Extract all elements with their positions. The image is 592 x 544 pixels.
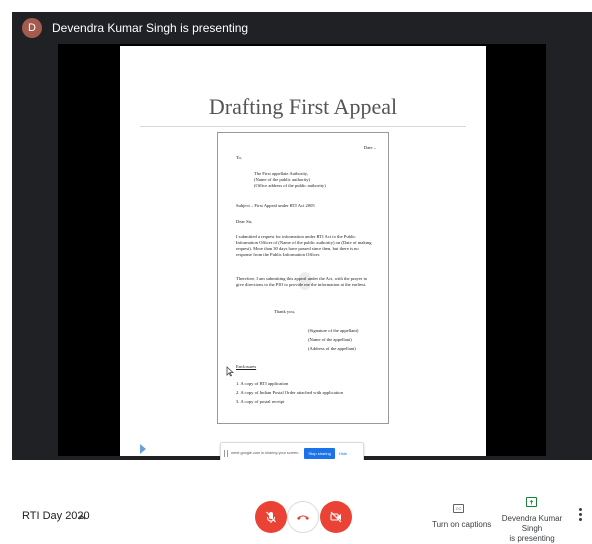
presenter-avatar: D [22, 18, 42, 38]
arrow-up-icon [529, 499, 534, 504]
presenter-banner: D Devendra Kumar Singh is presenting [12, 12, 592, 44]
microphone-toggle-button[interactable] [255, 501, 287, 533]
screen-share-notice: meet.google.com is sharing your screen. … [220, 442, 364, 460]
watermark-shape [299, 272, 311, 290]
more-options-icon[interactable] [579, 508, 582, 523]
slide-title: Drafting First Appeal [208, 94, 398, 119]
doc-enclosure-item: 2. A copy of Indian Postal Order attache… [236, 390, 343, 395]
hang-up-icon [297, 515, 309, 520]
doc-to: To, [236, 155, 242, 160]
camera-toggle-button[interactable] [320, 501, 352, 533]
doc-enclosure-item: 3. A copy of postal receipt [236, 399, 285, 404]
slide-next-arrow-icon[interactable] [140, 444, 146, 454]
mouse-cursor-icon [226, 366, 234, 377]
captions-button-label[interactable]: Turn on captions [432, 520, 491, 529]
drag-handle-icon[interactable] [224, 449, 228, 457]
meeting-controls-bar: RTI Day 2020 CC Turn on captions Devendr… [0, 486, 592, 544]
hide-notice-link[interactable]: Hide [339, 451, 347, 456]
mic-off-icon [266, 511, 276, 523]
chevron-up-icon[interactable] [78, 514, 86, 520]
captions-icon[interactable]: CC [453, 504, 464, 513]
doc-signature-line: (Address of the appellant) [308, 346, 356, 351]
stop-sharing-button[interactable]: Stop sharing [304, 447, 335, 459]
camera-off-icon [330, 511, 342, 523]
presenting-status-label[interactable]: Devendra Kumar Singh is presenting [496, 514, 568, 544]
doc-enclosures-heading: Enclosures [236, 364, 257, 369]
doc-paragraph: I submitted a request for information un… [236, 234, 372, 257]
presenting-status-line: is presenting [509, 534, 555, 543]
doc-signature: (Signature of the appellant) (Name of th… [308, 328, 358, 352]
doc-address-line: (Office address of the public authority) [254, 183, 326, 188]
shared-slide: Drafting First Appeal Date – To, The Fir… [120, 46, 486, 460]
doc-subject: Subject – First Appeal under RTI Act 200… [236, 203, 315, 208]
present-screen-icon[interactable] [526, 497, 537, 507]
presenting-status-line: Devendra Kumar Singh [501, 514, 563, 533]
meeting-stage: D Devendra Kumar Singh is presenting Dra… [12, 12, 592, 460]
doc-signature-line: (Signature of the appellant) [308, 328, 359, 333]
share-notice-text: meet.google.com is sharing your screen. [231, 451, 300, 455]
doc-signature-line: (Name of the appellant) [308, 337, 352, 342]
slide-divider [140, 126, 466, 127]
presenter-banner-text: Devendra Kumar Singh is presenting [52, 21, 249, 35]
doc-enclosure-item: 1. A copy of RTI application [236, 381, 289, 386]
doc-date: Date – [363, 145, 376, 150]
doc-enclosures: 1. A copy of RTI application 2. A copy o… [236, 381, 343, 405]
doc-closing: Thank you, [274, 309, 295, 314]
doc-address: The First appellate Authority, (Name of … [254, 171, 326, 189]
leave-call-button[interactable] [287, 501, 319, 533]
doc-salutation: Dear Sir, [236, 219, 253, 224]
